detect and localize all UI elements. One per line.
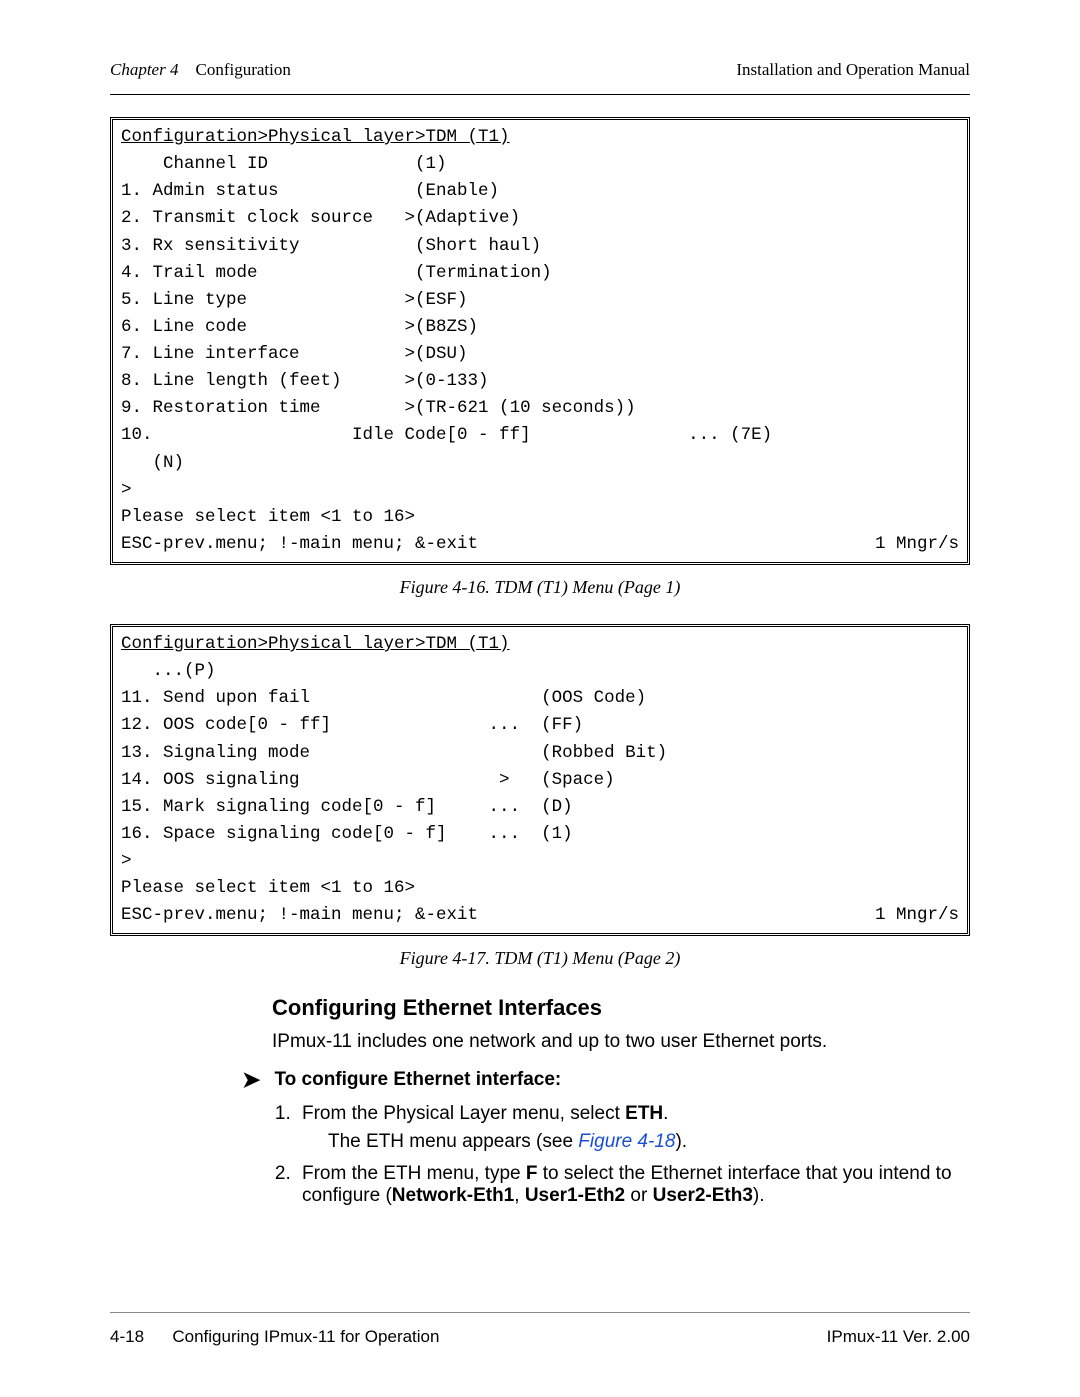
- step2-b4: User2-Eth3: [653, 1185, 753, 1206]
- header-right: Installation and Operation Manual: [736, 60, 970, 80]
- menu2-cont: ...(P): [121, 661, 216, 681]
- page-footer: 4-18 Configuring IPmux-11 for Operation …: [110, 1312, 970, 1347]
- figure-caption-2: Figure 4-17. TDM (T1) Menu (Page 2): [110, 948, 970, 969]
- terminal-menu-1: Configuration>Physical layer>TDM (T1) Ch…: [110, 117, 970, 565]
- chapter-label: Chapter 4: [110, 60, 178, 79]
- figure-caption-1: Figure 4-16. TDM (T1) Menu (Page 1): [110, 577, 970, 598]
- page-header: Chapter 4 Configuration Installation and…: [110, 60, 970, 80]
- arrow-right-icon: ➤: [242, 1067, 260, 1093]
- step1-text-pre: From the Physical Layer menu, select: [302, 1103, 625, 1124]
- procedure-heading-text: To configure Ethernet interface:: [274, 1069, 561, 1091]
- step1-sub-pre: The ETH menu appears (see: [328, 1131, 578, 1152]
- footer-product: IPmux-11 Ver. 2.00: [827, 1327, 970, 1347]
- section-heading: Configuring Ethernet Interfaces: [272, 995, 970, 1021]
- menu2-footer-left: ESC-prev.menu; !-main menu; &-exit: [121, 902, 478, 929]
- figure-link[interactable]: Figure 4-18: [578, 1131, 675, 1152]
- step2-pre: From the ETH menu, type: [302, 1163, 526, 1184]
- step2-bold1: F: [526, 1163, 538, 1184]
- menu2-item: 12. OOS code[0 - ff] ... (FF): [121, 715, 583, 735]
- menu2-select-prompt: Please select item <1 to 16>: [121, 878, 415, 898]
- step1-bold: ETH: [625, 1103, 663, 1124]
- menu1-footer-left: ESC-prev.menu; !-main menu; &-exit: [121, 531, 478, 558]
- step-2: From the ETH menu, type F to select the …: [296, 1163, 970, 1207]
- menu1-item: 6. Line code >(B8ZS): [121, 317, 478, 337]
- menu2-footer-right: 1 Mngr/s: [875, 902, 959, 929]
- menu2-item: 15. Mark signaling code[0 - f] ... (D): [121, 797, 573, 817]
- footer-rule: [110, 1312, 970, 1313]
- footer-title: Configuring IPmux-11 for Operation: [172, 1327, 439, 1346]
- menu2-item: 11. Send upon fail (OOS Code): [121, 688, 646, 708]
- menu1-item: 8. Line length (feet) >(0-133): [121, 371, 489, 391]
- step2-c2: or: [625, 1185, 652, 1206]
- step-1: From the Physical Layer menu, select ETH…: [296, 1103, 970, 1153]
- menu1-item: 2. Transmit clock source >(Adaptive): [121, 208, 520, 228]
- menu1-item: 9. Restoration time >(TR-621 (10 seconds…: [121, 398, 636, 418]
- menu2-breadcrumb: Configuration>Physical layer>TDM (T1): [121, 634, 510, 654]
- menu1-item: (N): [121, 453, 184, 473]
- step2-end: ).: [753, 1185, 765, 1206]
- chapter-name: Configuration: [195, 60, 290, 79]
- menu2-item: 14. OOS signaling > (Space): [121, 770, 615, 790]
- step1-sub: The ETH menu appears (see Figure 4-18).: [328, 1131, 970, 1153]
- page: Chapter 4 Configuration Installation and…: [0, 0, 1080, 1397]
- footer-page: 4-18: [110, 1327, 144, 1346]
- menu2-prompt: >: [121, 851, 132, 871]
- menu1-prompt: >: [121, 480, 132, 500]
- menu1-item: 3. Rx sensitivity (Short haul): [121, 236, 541, 256]
- step2-b3: User1-Eth2: [525, 1185, 625, 1206]
- menu1-item: 10. Idle Code[0 - ff] ... (7E): [121, 425, 772, 445]
- header-left: Chapter 4 Configuration: [110, 60, 291, 80]
- menu1-select-prompt: Please select item <1 to 16>: [121, 507, 415, 527]
- section-intro: IPmux-11 includes one network and up to …: [272, 1031, 970, 1053]
- steps-wrapper: From the Physical Layer menu, select ETH…: [272, 1103, 970, 1207]
- menu2-item: 16. Space signaling code[0 - f] ... (1): [121, 824, 573, 844]
- menu2-item: 13. Signaling mode (Robbed Bit): [121, 743, 667, 763]
- step1-text-post: .: [663, 1103, 668, 1124]
- step2-b2: Network-Eth1: [392, 1185, 514, 1206]
- steps-list: From the Physical Layer menu, select ETH…: [296, 1103, 970, 1207]
- menu1-breadcrumb: Configuration>Physical layer>TDM (T1): [121, 127, 510, 147]
- procedure-heading: ➤ To configure Ethernet interface:: [242, 1067, 970, 1093]
- terminal-menu-2: Configuration>Physical layer>TDM (T1) ..…: [110, 624, 970, 936]
- menu1-channel: Channel ID (1): [121, 154, 447, 174]
- step1-sub-post: ).: [675, 1131, 687, 1152]
- footer-left: 4-18 Configuring IPmux-11 for Operation: [110, 1327, 439, 1347]
- menu1-footer-right: 1 Mngr/s: [875, 531, 959, 558]
- menu1-item: 1. Admin status (Enable): [121, 181, 499, 201]
- menu1-item: 4. Trail mode (Termination): [121, 263, 552, 283]
- header-rule: [110, 94, 970, 95]
- menu1-item: 7. Line interface >(DSU): [121, 344, 468, 364]
- menu1-item: 5. Line type >(ESF): [121, 290, 468, 310]
- step2-c1: ,: [514, 1185, 525, 1206]
- section-body: Configuring Ethernet Interfaces IPmux-11…: [272, 995, 970, 1053]
